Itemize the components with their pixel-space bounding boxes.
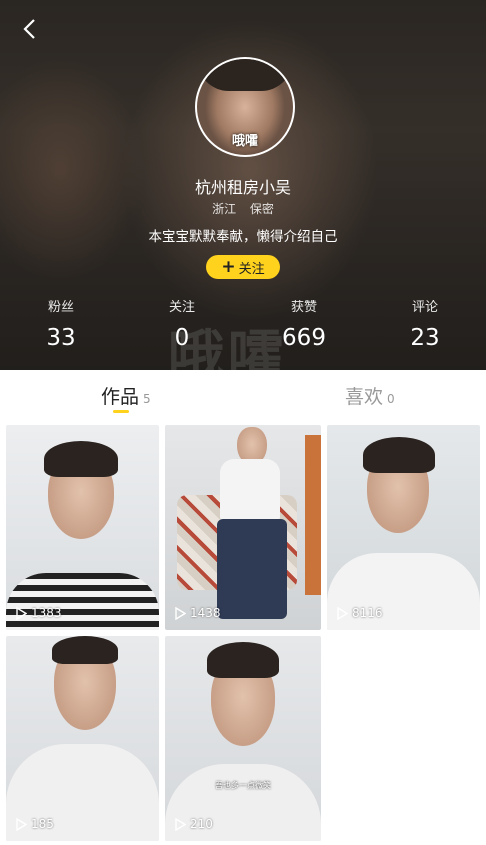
- play-count: 1438: [175, 606, 221, 620]
- play-count: 185: [16, 817, 54, 831]
- stats-row: 粉丝 33 关注 0 获赞 669 评论 23: [0, 296, 486, 356]
- username: 杭州租房小吴: [194, 178, 291, 197]
- stat-label: 评论: [411, 300, 438, 315]
- stat-label: 获赞: [290, 300, 317, 315]
- video-thumbnail[interactable]: 8116: [327, 425, 480, 630]
- avatar[interactable]: 哦嚯: [195, 57, 295, 157]
- chevron-left-icon: [23, 19, 35, 39]
- play-count: 1383: [16, 606, 62, 620]
- follow-label: 关注: [238, 261, 265, 277]
- stat-value: 33: [46, 325, 76, 351]
- video-overlay-text: 吾也多一点微笑: [215, 781, 271, 790]
- tab-count: 5: [143, 392, 151, 406]
- tab-label: 作品: [101, 386, 140, 408]
- content-tabs: 作品 5 喜欢 0: [0, 370, 486, 422]
- play-count: 210: [175, 817, 213, 831]
- play-icon: [16, 817, 27, 831]
- stat-value: 23: [410, 325, 440, 351]
- tab-works[interactable]: 作品 5: [101, 382, 151, 409]
- tab-label: 喜欢: [345, 386, 384, 408]
- gender-text: 保密: [249, 202, 274, 216]
- stat-label: 关注: [168, 300, 195, 315]
- play-icon: [337, 606, 348, 620]
- tab-count: 0: [387, 392, 395, 406]
- stat-label: 粉丝: [47, 300, 74, 315]
- avatar-caption: 哦嚯: [231, 134, 258, 149]
- active-tab-indicator: [113, 410, 129, 413]
- play-count: 8116: [337, 606, 383, 620]
- profile-bio: 本宝宝默默奉献，懒得介绍自己: [148, 229, 338, 245]
- stat-value: 0: [174, 325, 190, 351]
- back-button[interactable]: [14, 14, 44, 44]
- video-thumbnail[interactable]: 1438: [165, 425, 321, 630]
- play-icon: [16, 606, 27, 620]
- follow-button[interactable]: + 关注: [206, 255, 280, 279]
- stat-fans[interactable]: 粉丝 33: [21, 296, 101, 351]
- profile-meta: 浙江 保密: [0, 200, 486, 217]
- tab-likes[interactable]: 喜欢 0: [345, 382, 395, 409]
- stat-value: 669: [282, 325, 326, 351]
- play-icon: [175, 606, 186, 620]
- stat-likes[interactable]: 获赞 669: [264, 296, 344, 351]
- video-thumbnail[interactable]: 185: [6, 636, 159, 841]
- plus-icon: +: [221, 256, 236, 277]
- stat-comments[interactable]: 评论 23: [385, 296, 465, 351]
- video-thumbnail[interactable]: 1383: [6, 425, 159, 630]
- stat-following[interactable]: 关注 0: [142, 296, 222, 351]
- video-thumbnail[interactable]: 吾也多一点微笑 210: [165, 636, 321, 841]
- location-text: 浙江: [212, 202, 237, 216]
- play-icon: [175, 817, 186, 831]
